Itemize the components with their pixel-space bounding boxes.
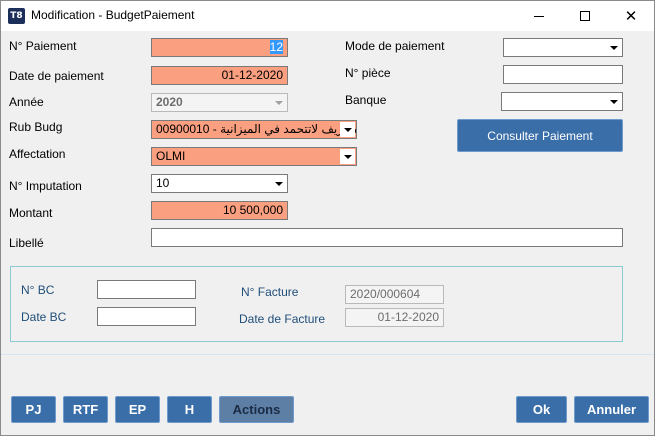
chevron-down-icon bbox=[609, 45, 618, 50]
divider bbox=[1, 354, 654, 355]
banque-select[interactable] bbox=[501, 92, 623, 111]
affectation-select[interactable]: OLMI bbox=[151, 147, 357, 166]
app-icon: T8 bbox=[8, 8, 25, 24]
chevron-down-icon bbox=[274, 100, 283, 105]
close-button[interactable]: ✕ bbox=[608, 1, 654, 31]
chevron-down-icon bbox=[343, 154, 352, 159]
n-paiement-value: 12 bbox=[269, 40, 283, 54]
n-bc-label: N° BC bbox=[21, 283, 55, 297]
banque-label: Banque bbox=[345, 93, 387, 107]
n-imputation-value: 10 bbox=[156, 176, 170, 190]
annee-select[interactable]: 2020 bbox=[151, 93, 288, 112]
ok-button[interactable]: Ok bbox=[516, 396, 567, 423]
montant-field[interactable]: 10 500,000 bbox=[151, 201, 288, 220]
ep-button[interactable]: EP bbox=[115, 396, 160, 423]
affectation-value: OLMI bbox=[156, 149, 186, 163]
rtf-button[interactable]: RTF bbox=[63, 396, 108, 423]
chevron-down-icon bbox=[274, 181, 283, 186]
close-icon: ✕ bbox=[624, 7, 638, 25]
window-title: Modification - BudgetPaiement bbox=[31, 8, 195, 22]
n-bc-field[interactable] bbox=[97, 280, 196, 299]
rub-budg-select[interactable]: 00900010 - مصاريف لاتتحمد في الميزانية bbox=[151, 120, 357, 139]
date-paiement-label: Date de paiement bbox=[9, 69, 104, 83]
chevron-down-icon bbox=[343, 127, 352, 132]
title-bar: T8 Modification - BudgetPaiement ✕ bbox=[1, 1, 654, 31]
libelle-field[interactable] bbox=[151, 228, 623, 247]
n-facture-field[interactable]: 2020/000604 bbox=[345, 285, 444, 304]
minimize-button[interactable] bbox=[516, 1, 562, 31]
annee-dropdown-button[interactable] bbox=[271, 95, 286, 110]
n-imputation-dropdown-button[interactable] bbox=[271, 176, 286, 191]
annuler-button[interactable]: Annuler bbox=[574, 396, 649, 423]
rub-budg-label: Rub Budg bbox=[9, 120, 63, 134]
affectation-dropdown-button[interactable] bbox=[340, 149, 355, 164]
rub-budg-value: 00900010 - مصاريف لاتتحمد في الميزانية bbox=[156, 122, 357, 136]
rub-budg-dropdown-button[interactable] bbox=[340, 122, 355, 137]
n-imputation-select[interactable]: 10 bbox=[151, 174, 288, 193]
libelle-label: Libellé bbox=[9, 236, 44, 250]
date-bc-label: Date BC bbox=[21, 310, 67, 324]
maximize-button[interactable] bbox=[562, 1, 608, 31]
n-paiement-field[interactable]: 12 bbox=[151, 38, 288, 57]
consulter-paiement-button[interactable]: Consulter Paiement bbox=[457, 119, 623, 152]
n-piece-field[interactable] bbox=[503, 65, 623, 84]
pj-button[interactable]: PJ bbox=[11, 396, 56, 423]
n-piece-label: N° pièce bbox=[345, 66, 391, 80]
date-facture-label: Date de Facture bbox=[239, 312, 326, 326]
date-facture-field[interactable]: 01-12-2020 bbox=[345, 308, 444, 327]
actions-button[interactable]: Actions bbox=[219, 396, 294, 423]
mode-paiement-select[interactable] bbox=[503, 38, 623, 57]
maximize-icon bbox=[580, 11, 590, 21]
facture-group bbox=[10, 266, 623, 342]
annee-value: 2020 bbox=[156, 95, 183, 109]
chevron-down-icon bbox=[609, 99, 618, 104]
h-button[interactable]: H bbox=[167, 396, 212, 423]
n-facture-label: N° Facture bbox=[241, 285, 299, 299]
n-imputation-label: N° Imputation bbox=[9, 179, 82, 193]
affectation-label: Affectation bbox=[9, 147, 66, 161]
mode-paiement-label: Mode de paiement bbox=[345, 39, 445, 53]
n-paiement-label: N° Paiement bbox=[9, 39, 77, 53]
minimize-icon bbox=[534, 15, 544, 17]
window: T8 Modification - BudgetPaiement ✕ N° Pa… bbox=[0, 0, 655, 436]
mode-paiement-dropdown-button[interactable] bbox=[606, 40, 621, 55]
montant-label: Montant bbox=[9, 206, 53, 220]
annee-label: Année bbox=[9, 95, 44, 109]
date-paiement-field[interactable]: 01-12-2020 bbox=[151, 66, 288, 85]
date-bc-field[interactable] bbox=[97, 307, 196, 326]
banque-dropdown-button[interactable] bbox=[606, 94, 621, 109]
